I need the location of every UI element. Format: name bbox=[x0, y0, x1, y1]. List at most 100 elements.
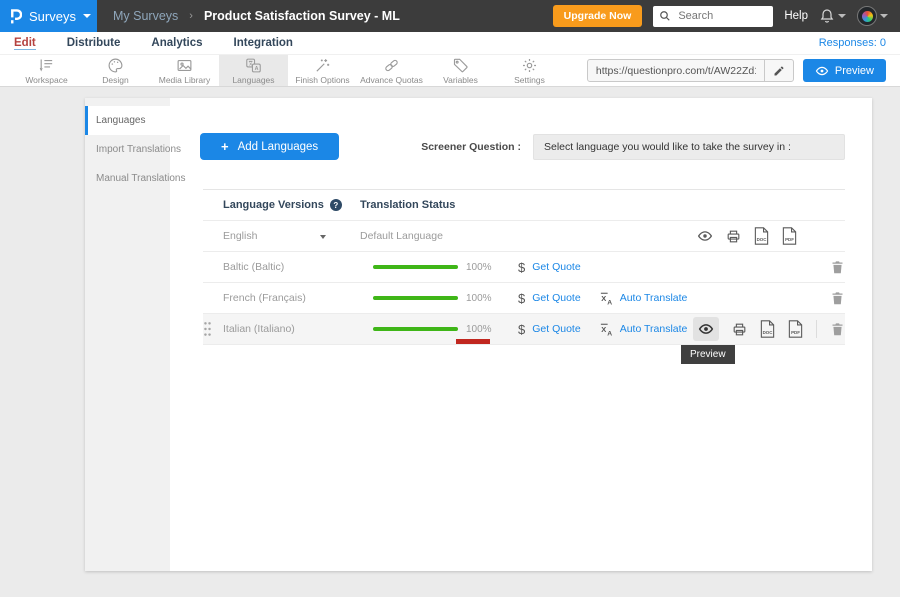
tool-languages[interactable]: X A Languages bbox=[219, 55, 288, 86]
table-row-french: French (Français) 100% $ Get Quote bbox=[203, 283, 845, 314]
default-language-label: Default Language bbox=[360, 230, 443, 242]
chain-links-icon bbox=[383, 57, 400, 74]
export-pdf-button[interactable]: PDF bbox=[782, 227, 797, 245]
tab-analytics[interactable]: Analytics bbox=[151, 37, 202, 49]
svg-text:A: A bbox=[255, 66, 259, 72]
eye-icon bbox=[815, 64, 829, 78]
page-body: Languages Import Translations Manual Tra… bbox=[0, 87, 900, 571]
sidebar-item-languages[interactable]: Languages bbox=[85, 106, 170, 135]
responses-count[interactable]: Responses: 0 bbox=[819, 37, 886, 49]
delete-language-button[interactable] bbox=[830, 290, 845, 306]
svg-text:A: A bbox=[607, 299, 612, 306]
account-menu[interactable] bbox=[857, 6, 888, 26]
auto-translate-link[interactable]: X A Auto Translate bbox=[599, 291, 688, 306]
screener-question-select[interactable]: Select language you would like to take t… bbox=[533, 134, 845, 160]
table-row-baltic: Baltic (Baltic) 100% $ Get Quote bbox=[203, 252, 845, 283]
tab-integration[interactable]: Integration bbox=[234, 37, 293, 49]
breadcrumb-separator: › bbox=[189, 10, 193, 22]
progress-percent: 100% bbox=[466, 293, 506, 304]
search-icon bbox=[659, 10, 671, 22]
tab-distribute[interactable]: Distribute bbox=[67, 37, 121, 49]
languages-panel: Languages Import Translations Manual Tra… bbox=[85, 98, 872, 571]
product-switcher[interactable]: Surveys bbox=[0, 0, 97, 32]
divider bbox=[816, 320, 817, 338]
get-quote-link[interactable]: $ Get Quote bbox=[518, 291, 581, 306]
preview-tooltip: Preview bbox=[681, 345, 735, 364]
preview-eye-button[interactable] bbox=[693, 317, 719, 341]
breadcrumb: My Surveys › Product Satisfaction Survey… bbox=[113, 9, 400, 23]
tool-variables[interactable]: Variables bbox=[426, 55, 495, 86]
gear-icon bbox=[521, 57, 538, 74]
delete-language-button[interactable] bbox=[830, 321, 845, 337]
translation-progress-bar bbox=[373, 327, 458, 331]
chevron-down-icon bbox=[838, 14, 846, 18]
chevron-down-icon bbox=[320, 235, 326, 239]
progress-percent: 100% bbox=[466, 324, 506, 335]
translate-icon: X A bbox=[245, 57, 262, 74]
preview-eye-button[interactable] bbox=[697, 228, 713, 244]
upgrade-now-button[interactable]: Upgrade Now bbox=[553, 5, 643, 27]
avatar bbox=[857, 6, 877, 26]
table-row-italian: Italian (Italiano) 100% $ Get Quote bbox=[203, 314, 845, 345]
tool-finish-options[interactable]: Finish Options bbox=[288, 55, 357, 86]
export-doc-button[interactable]: DOC bbox=[754, 227, 769, 245]
sidebar-item-import-translations[interactable]: Import Translations bbox=[85, 135, 170, 164]
chevron-down-icon bbox=[880, 14, 888, 18]
survey-url-input[interactable] bbox=[588, 65, 764, 77]
translation-progress-bar bbox=[373, 296, 458, 300]
sidebar-item-manual-translations[interactable]: Manual Translations bbox=[85, 164, 170, 193]
notifications-button[interactable] bbox=[819, 8, 846, 24]
language-dropdown-english[interactable]: English bbox=[223, 230, 360, 242]
table-header-row: Language Versions ? Translation Status bbox=[203, 189, 845, 221]
help-circle-icon[interactable]: ? bbox=[330, 199, 342, 211]
page-title: Product Satisfaction Survey - ML bbox=[204, 9, 400, 23]
languages-table: Language Versions ? Translation Status E… bbox=[203, 189, 845, 345]
table-row-english: English Default Language bbox=[203, 221, 845, 252]
svg-text:DOC: DOC bbox=[757, 237, 768, 242]
svg-text:PDF: PDF bbox=[785, 237, 794, 242]
delete-language-button[interactable] bbox=[830, 259, 845, 275]
breadcrumb-my-surveys[interactable]: My Surveys bbox=[113, 9, 178, 23]
tool-workspace[interactable]: Workspace bbox=[12, 55, 81, 86]
tool-settings[interactable]: Settings bbox=[495, 55, 564, 86]
chevron-down-icon bbox=[83, 14, 91, 18]
survey-url-box bbox=[587, 59, 794, 82]
questionpro-logo-icon bbox=[9, 8, 22, 24]
pencil-icon bbox=[773, 65, 785, 77]
help-link[interactable]: Help bbox=[784, 10, 808, 22]
add-languages-button[interactable]: + Add Languages bbox=[200, 133, 339, 160]
svg-text:PDF: PDF bbox=[791, 330, 800, 335]
languages-sidebar: Languages Import Translations Manual Tra… bbox=[85, 98, 170, 571]
tool-advance-quotas[interactable]: Advance Quotas bbox=[357, 55, 426, 86]
plus-icon: + bbox=[221, 139, 229, 154]
search-input[interactable] bbox=[676, 9, 767, 23]
annotation-underline bbox=[456, 339, 490, 344]
col-translation-status: Translation Status bbox=[360, 199, 455, 211]
get-quote-link[interactable]: $ Get Quote bbox=[518, 322, 581, 337]
global-search[interactable] bbox=[653, 6, 773, 27]
print-button[interactable] bbox=[726, 229, 741, 244]
screener-question-label: Screener Question : bbox=[421, 141, 521, 153]
export-doc-button[interactable]: DOC bbox=[760, 320, 775, 338]
translation-progress-bar bbox=[373, 265, 458, 269]
workspace-icon bbox=[38, 57, 55, 74]
drag-handle[interactable] bbox=[203, 321, 212, 337]
export-pdf-button[interactable]: PDF bbox=[788, 320, 803, 338]
tool-design[interactable]: Design bbox=[81, 55, 150, 86]
print-button[interactable] bbox=[732, 322, 747, 337]
magic-wand-icon bbox=[314, 57, 331, 74]
image-icon bbox=[176, 57, 193, 74]
tab-edit[interactable]: Edit bbox=[14, 37, 36, 50]
preview-button[interactable]: Preview bbox=[803, 59, 886, 82]
bell-icon bbox=[819, 8, 835, 24]
app-name: Surveys bbox=[29, 9, 76, 24]
edit-toolbar: Workspace Design Media Library bbox=[0, 54, 900, 87]
svg-text:DOC: DOC bbox=[763, 330, 774, 335]
tool-media-library[interactable]: Media Library bbox=[150, 55, 219, 86]
auto-translate-link[interactable]: X A Auto Translate bbox=[599, 322, 688, 337]
get-quote-link[interactable]: $ Get Quote bbox=[518, 260, 581, 275]
dollar-icon: $ bbox=[518, 322, 525, 337]
translate-icon: X A bbox=[599, 291, 614, 306]
dollar-icon: $ bbox=[518, 291, 525, 306]
edit-url-button[interactable] bbox=[764, 60, 793, 81]
